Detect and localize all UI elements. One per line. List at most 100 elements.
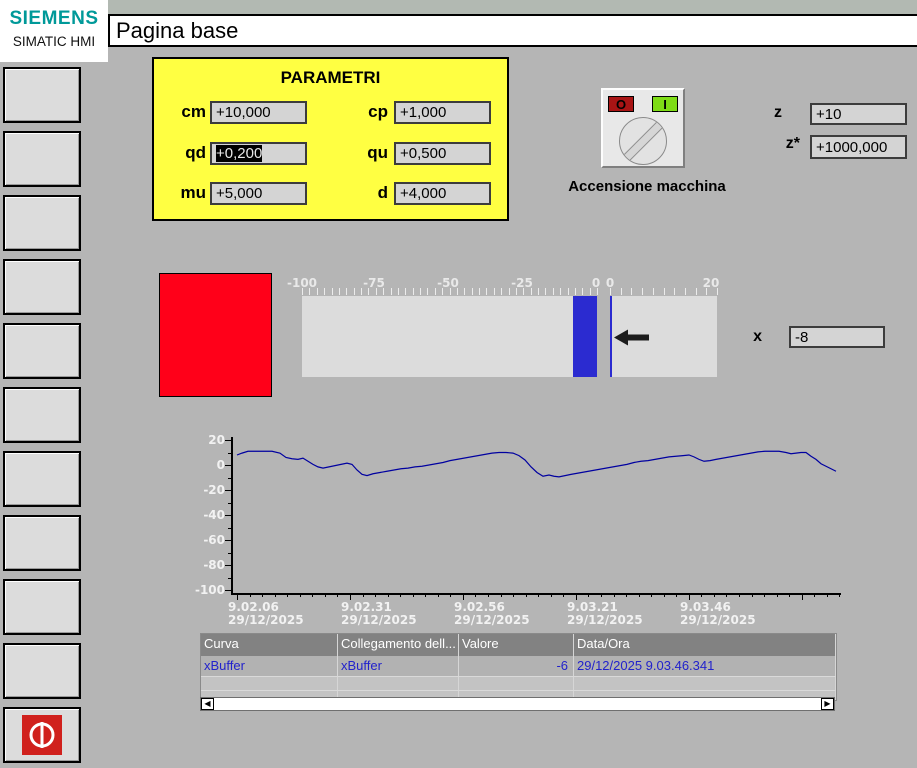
gauge-tick (346, 288, 347, 295)
chart-x-tick (325, 593, 326, 597)
gauge-tick (332, 288, 333, 295)
legend-header-cell[interactable]: Data/Ora (574, 634, 836, 656)
param-field-cm[interactable]: +10,000 (210, 101, 307, 124)
gauge-tick (339, 288, 340, 295)
sidebar-function-key-7[interactable] (3, 451, 81, 507)
chart-x-tick (563, 593, 564, 597)
sidebar-function-key-8[interactable] (3, 515, 81, 571)
legend-header-cell[interactable]: Curva (201, 634, 338, 656)
chart-x-tick (526, 593, 527, 597)
gauge-tick (664, 288, 665, 295)
param-label-cm: cm (162, 102, 206, 122)
scroll-right-arrow[interactable]: ▶ (821, 698, 834, 710)
chart-y-label: -80 (189, 558, 225, 572)
z-label: z (760, 104, 782, 122)
chart-x-label: 9.02.0629/12/2025 (228, 601, 320, 627)
param-field-mu[interactable]: +5,000 (210, 182, 307, 205)
chart-x-tick (275, 593, 276, 597)
chart-x-tick (614, 593, 615, 597)
gauge-tick (653, 288, 654, 295)
legend-header-cell[interactable]: Valore (459, 634, 574, 656)
machine-switch[interactable]: O I (601, 88, 685, 168)
chart-x-tick (250, 593, 251, 597)
trend-legend-table: CurvaCollegamento dell...ValoreData/Orax… (200, 633, 837, 701)
sidebar-function-key-6[interactable] (3, 387, 81, 443)
gauge-tick (545, 288, 546, 295)
chart-date-label: 29/12/2025 (454, 614, 546, 627)
legend-empty-row (201, 676, 836, 690)
sidebar-function-key-4[interactable] (3, 259, 81, 315)
legend-header-row: CurvaCollegamento dell...ValoreData/Ora (201, 634, 836, 656)
param-field-qu[interactable]: +0,500 (394, 142, 491, 165)
chart-x-tick (413, 593, 414, 597)
chart-x-tick (300, 593, 301, 597)
trend-scrollbar[interactable]: ◀ ▶ (200, 697, 835, 711)
chart-x-tick (739, 593, 740, 597)
top-strip (108, 0, 917, 14)
chart-x-label: 9.02.3129/12/2025 (341, 601, 433, 627)
chart-y-label: 20 (189, 433, 225, 447)
param-label-mu: mu (162, 183, 206, 203)
siemens-wordmark: SIEMENS (0, 8, 108, 30)
gauge-scale-label: -100 (280, 276, 324, 290)
gauge-tick (472, 288, 473, 295)
chart-x-label: 9.02.5629/12/2025 (454, 601, 546, 627)
param-label-d: d (330, 183, 388, 203)
legend-empty-cell (574, 677, 836, 690)
switch-caption: Accensione macchina (546, 178, 748, 195)
param-field-d[interactable]: +4,000 (394, 182, 491, 205)
chart-y-label: -40 (189, 508, 225, 522)
legend-cell: xBuffer (338, 656, 459, 676)
legend-cell: xBuffer (201, 656, 338, 676)
legend-data-row[interactable]: xBufferxBuffer-629/12/2025 9.03.46.341 (201, 656, 836, 676)
chart-x-tick (827, 593, 828, 597)
chart-x-tick (551, 593, 552, 597)
param-label-qu: qu (330, 143, 388, 163)
z-star-field[interactable]: +1000,000 (810, 135, 907, 159)
sidebar-function-key-9[interactable] (3, 579, 81, 635)
chart-x-tick (337, 593, 338, 597)
scroll-left-arrow[interactable]: ◀ (201, 698, 214, 710)
x-field[interactable]: -8 (789, 326, 885, 348)
z-field[interactable]: +10 (810, 103, 907, 125)
chart-x-tick (789, 593, 790, 597)
chart-x-tick (802, 593, 803, 600)
legend-header-cell[interactable]: Collegamento dell... (338, 634, 459, 656)
switch-off-indicator: O (608, 96, 634, 112)
x-label: x (740, 328, 762, 346)
chart-x-label: 9.03.2129/12/2025 (567, 601, 659, 627)
switch-knob[interactable] (619, 117, 667, 165)
chart-x-tick (350, 593, 351, 600)
trend-curve (231, 437, 841, 593)
param-field-cp[interactable]: +1,000 (394, 101, 491, 124)
x-value: -8 (795, 329, 808, 346)
sidebar-function-key-1[interactable] (3, 67, 81, 123)
switch-on-label: I (663, 97, 667, 112)
sidebar-function-key-3[interactable] (3, 195, 81, 251)
gauge-tick (553, 288, 554, 295)
gauge-tick (494, 288, 495, 295)
param-label-qd: qd (162, 143, 206, 163)
param-value-qu: +0,500 (400, 145, 446, 162)
sidebar-function-key-10[interactable] (3, 643, 81, 699)
legend-cell: -6 (459, 656, 574, 676)
param-value-cp: +1,000 (400, 104, 446, 121)
param-value-cm: +10,000 (216, 104, 271, 121)
sidebar-power-off-button[interactable] (3, 707, 81, 763)
sidebar-function-key-5[interactable] (3, 323, 81, 379)
switch-knob-handle-icon (621, 119, 666, 164)
gauge-scale-label: 0 (588, 276, 632, 290)
chart-x-tick (363, 593, 364, 597)
sidebar-function-key-2[interactable] (3, 131, 81, 187)
gauge-tick (405, 288, 406, 295)
param-value-mu: +5,000 (216, 185, 262, 202)
chart-x-tick (262, 593, 263, 597)
power-icon (22, 715, 62, 755)
gauge-scale-label: -50 (426, 276, 470, 290)
chart-y-label: -100 (189, 583, 225, 597)
gauge-scale-label: -25 (500, 276, 544, 290)
gauge-tick (479, 288, 480, 295)
chart-x-tick (501, 593, 502, 597)
param-field-qd[interactable]: +0,200 (210, 142, 307, 165)
chart-x-tick (576, 593, 577, 600)
